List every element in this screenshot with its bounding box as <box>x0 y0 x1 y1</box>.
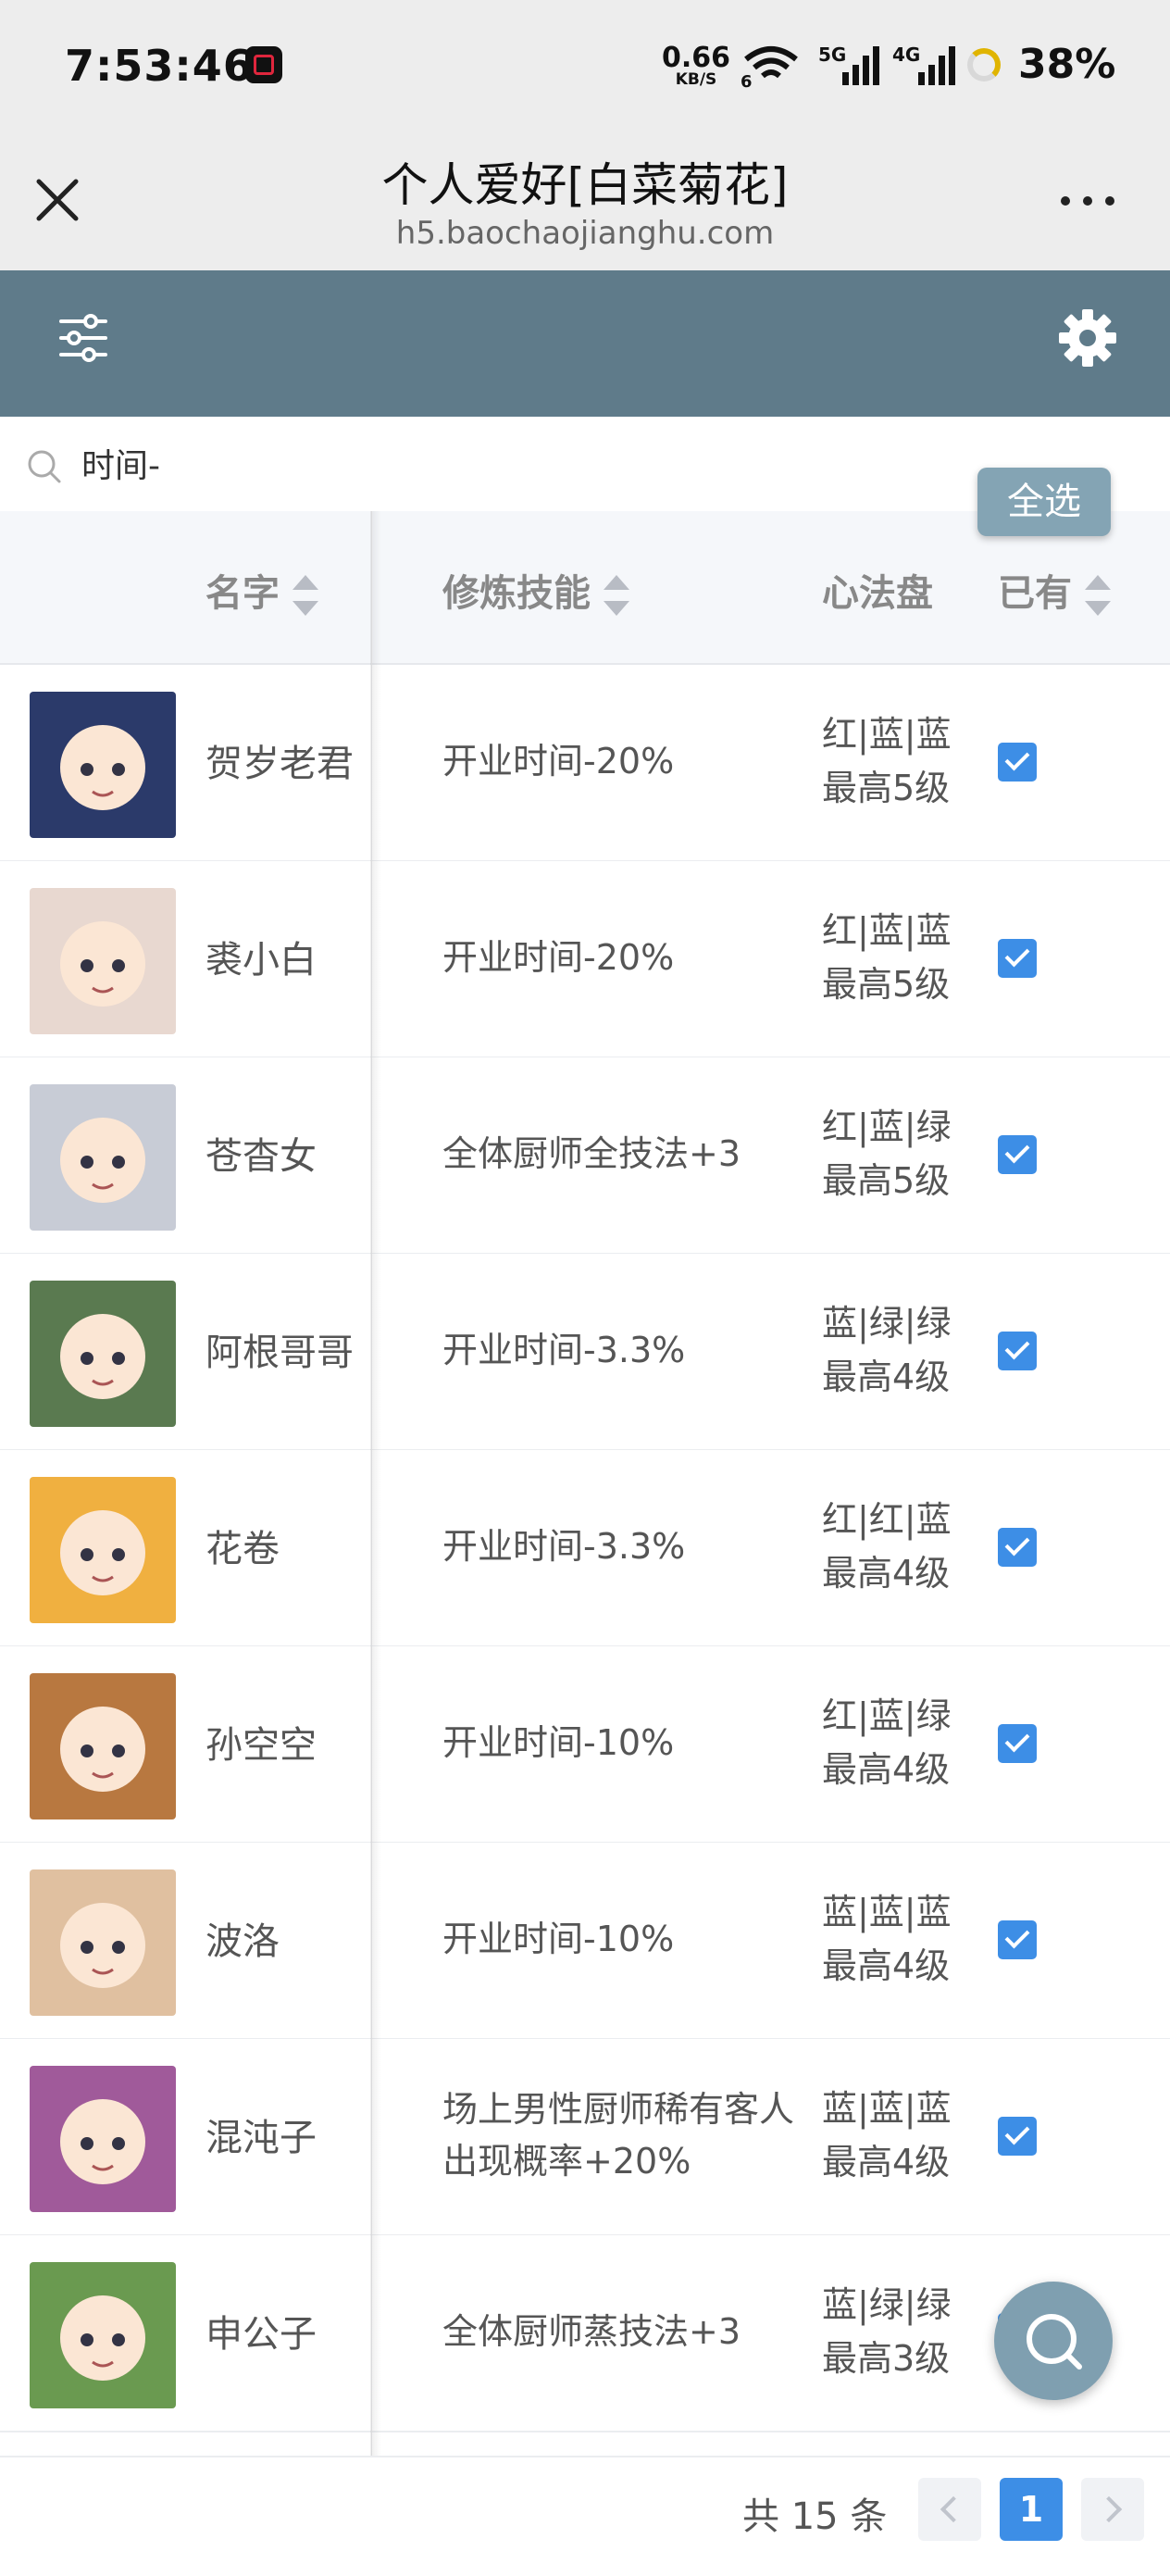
board-colors: 蓝|绿|绿 <box>822 2284 952 2325</box>
board-level: 最高4级 <box>822 1553 951 1594</box>
owned-checkbox[interactable] <box>998 743 1037 782</box>
chef-skill: 开业时间-3.3% <box>442 1526 686 1567</box>
heart-board: 蓝|绿|绿最高4级 <box>822 1296 952 1404</box>
network-speed-value: 0.66 <box>662 42 731 74</box>
chef-skill: 开业时间-10% <box>442 1722 675 1763</box>
chef-table: 名字 修炼技能 心法盘 已有 贺岁老君 开业时间-20% 红|蓝|蓝 最高5级 裘小白开… <box>0 511 1170 2456</box>
board-colors: 红|蓝|蓝 <box>822 910 952 951</box>
pagination-bar <box>0 2456 1170 2576</box>
board-colors: 红|蓝|绿 <box>822 1107 952 1147</box>
search-icon <box>1027 2314 1082 2370</box>
prev-page-button[interactable] <box>918 2478 981 2541</box>
chef-skill: 场上男性厨师稀有客人出现概率+20% <box>442 2089 795 2182</box>
battery-icon <box>967 48 1001 81</box>
owned-checkbox[interactable] <box>998 1528 1037 1567</box>
sort-icon[interactable] <box>1085 575 1111 616</box>
board-level: 最高4级 <box>822 1357 951 1397</box>
board-colors: 红|蓝|绿 <box>822 1695 952 1736</box>
column-header-owned[interactable]: 已有 <box>998 563 1111 617</box>
chef-skill: 全体厨师蒸技法+3 <box>442 2311 741 2352</box>
chef-skill: 开业时间-20% <box>442 741 675 782</box>
owned-checkbox[interactable] <box>998 1332 1037 1370</box>
network-speed: 0.66 KB/S <box>662 44 730 88</box>
heart-board: 红|蓝|蓝最高5级 <box>822 707 952 815</box>
board-colors: 红|蓝|蓝 <box>822 714 952 755</box>
signal-5g-icon: 5G <box>818 44 879 85</box>
page-url: h5.baochaojianghu.com <box>395 215 775 252</box>
board-level: 最高4级 <box>822 1945 951 1986</box>
board-level: 最高3级 <box>822 2338 951 2379</box>
next-page-button[interactable] <box>1081 2478 1144 2541</box>
board-level: 最高4级 <box>822 1749 951 1790</box>
board-colors: 蓝|绿|绿 <box>822 1303 952 1344</box>
owned-checkbox[interactable] <box>998 2117 1037 2156</box>
heart-board: 红|蓝|绿最高5级 <box>822 1100 952 1207</box>
wifi-icon: 6 <box>741 46 798 89</box>
chef-skill: 全体厨师全技法+3 <box>442 1133 741 1174</box>
owned-checkbox[interactable] <box>998 939 1037 978</box>
column-header-skill[interactable]: 修炼技能 <box>442 563 629 617</box>
sort-icon[interactable] <box>604 575 629 616</box>
status-bar: 7:53:46 0.66 KB/S 6 5G 4G 38% <box>0 0 1170 139</box>
current-page-button[interactable]: 1 <box>1000 2478 1063 2541</box>
signal-4g-icon: 4G <box>892 44 955 85</box>
sim1-label: 5G <box>818 44 846 66</box>
gear-icon[interactable] <box>1055 306 1120 370</box>
heart-board: 蓝|绿|绿最高3级 <box>822 2278 952 2385</box>
battery-percent: 38% <box>1018 41 1116 88</box>
board-colors: 蓝|蓝|蓝 <box>822 1892 952 1932</box>
fixed-name-column <box>0 511 372 2456</box>
more-options-icon[interactable] <box>1055 185 1120 213</box>
network-speed-unit: KB/S <box>675 70 717 89</box>
floating-search-button[interactable] <box>994 2282 1113 2400</box>
page-title: 个人爱好[白菜菊花] <box>381 158 789 212</box>
app-notification-icon <box>245 46 282 83</box>
status-time: 7:53:46 <box>65 41 254 91</box>
select-all-button[interactable]: 全选 <box>977 468 1111 536</box>
board-level: 最高5级 <box>822 964 951 1005</box>
owned-checkbox[interactable] <box>998 1135 1037 1174</box>
search-input[interactable]: 时间- <box>81 439 160 487</box>
filter-sliders-icon[interactable] <box>56 310 111 366</box>
chef-skill: 开业时间-3.3% <box>442 1330 686 1370</box>
heart-board: 红|红|蓝最高4级 <box>822 1493 952 1600</box>
column-header-board: 心法盘 <box>822 572 933 615</box>
board-colors: 红|红|蓝 <box>822 1499 952 1540</box>
board-level: 最高4级 <box>822 2142 951 2182</box>
heart-board: 蓝|蓝|蓝最高4级 <box>822 1885 952 1993</box>
chef-skill: 开业时间-10% <box>442 1919 675 1959</box>
board-colors: 蓝|蓝|蓝 <box>822 2088 952 2129</box>
sim2-label: 4G <box>892 44 920 66</box>
heart-board: 红|蓝|绿最高4级 <box>822 1689 952 1796</box>
wifi-label: 6 <box>741 72 753 89</box>
app-toolbar <box>0 270 1170 417</box>
fixed-column-shadow <box>370 511 381 2456</box>
heart-board: 红|蓝|蓝最高5级 <box>822 904 952 1011</box>
owned-checkbox[interactable] <box>998 1920 1037 1959</box>
search-icon <box>28 450 61 483</box>
chef-skill: 开业时间-20% <box>442 937 675 978</box>
heart-board: 蓝|蓝|蓝最高4级 <box>822 2082 952 2189</box>
board-level: 最高5级 <box>822 768 951 808</box>
owned-checkbox[interactable] <box>998 1724 1037 1763</box>
total-count: 共 15 条 <box>742 2495 888 2538</box>
board-level: 最高5级 <box>822 1160 951 1201</box>
